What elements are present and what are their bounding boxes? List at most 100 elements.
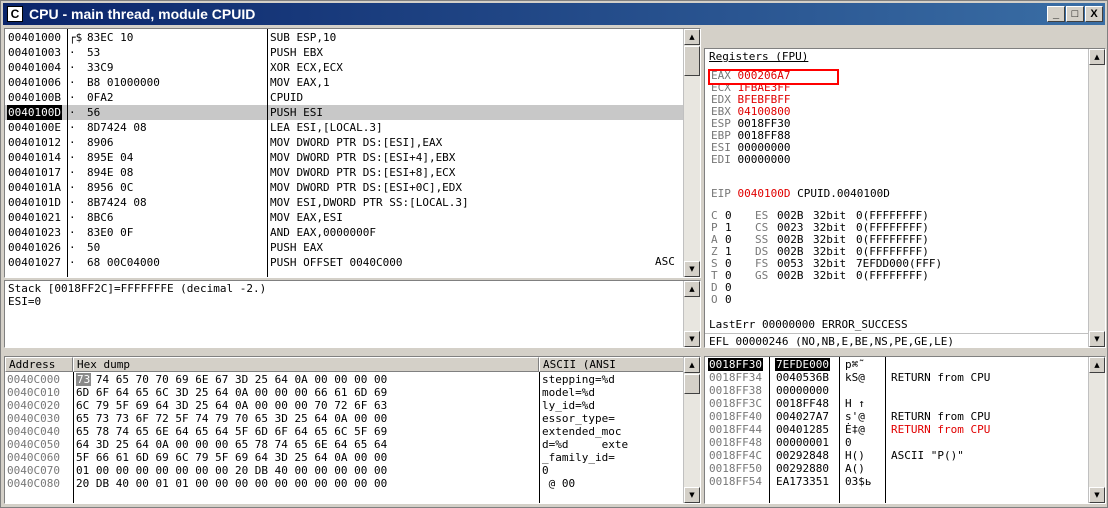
dump-pane[interactable]: Address Hex dump ASCII (ANSI 0040C000 73 … [4, 356, 701, 504]
dump-row[interactable]: 0040C040 65 78 74 65 6E 64 65 64 5F 6D 6F… [5, 425, 685, 438]
column-header-address[interactable]: Address [5, 357, 73, 372]
stack-row[interactable]: 0018FF40 004027A7 s'@ RETURN from CPU [705, 410, 1089, 423]
info-scrollbar[interactable]: ▲ ▼ [683, 281, 700, 347]
disasm-row[interactable]: 0040101D · 8B7424 08 MOV ESI,DWORD PTR SS:[… [5, 195, 684, 210]
disassembly-pane[interactable]: 00401000 ┌$ 83EC 10 SUB ESP,10 00401003 · 53 PU… [4, 28, 701, 278]
disasm-row[interactable]: 00401021 · 8BC6 MOV EAX,ESI [5, 210, 684, 225]
instruction-cell: PUSH EAX [270, 241, 323, 254]
stack-scrollbar[interactable]: ▲ ▼ [1088, 357, 1105, 503]
scroll-up-button[interactable]: ▲ [684, 357, 700, 373]
address-cell: 0040C000 [7, 373, 60, 386]
dump-scrollbar[interactable]: ▲ ▼ [683, 357, 700, 503]
disasm-row[interactable]: 00401014 · 895E 04 MOV DWORD PTR DS:[ESI+4]… [5, 150, 684, 165]
disasm-row[interactable]: 00401006 · B8 01000000 MOV EAX,1 [5, 75, 684, 90]
jump-marker: · [69, 136, 76, 149]
ascii-cell: p⌘˜ [845, 358, 865, 371]
stack-row[interactable]: 0018FF44 00401285 Ė‡@ RETURN from CPU [705, 423, 1089, 436]
title-bar[interactable]: C CPU - main thread, module CPUID _ □ X [3, 3, 1105, 25]
scroll-up-button[interactable]: ▲ [1089, 357, 1105, 373]
ascii-cell: 03$ь [845, 475, 872, 488]
scroll-down-button[interactable]: ▼ [684, 331, 700, 347]
stack-row[interactable]: 0018FF54 EA173351 03$ь [705, 475, 1089, 488]
dump-row[interactable]: 0040C070 01 00 00 00 00 00 00 00 20 DB 40… [5, 464, 685, 477]
dump-row[interactable]: 0040C080 20 DB 40 00 01 01 00 00 00 00 00… [5, 477, 685, 490]
registers-header[interactable]: Registers (FPU) [709, 50, 808, 63]
address-cell: 0040C020 [7, 399, 60, 412]
scroll-up-button[interactable]: ▲ [684, 281, 700, 297]
scroll-up-button[interactable]: ▲ [684, 29, 700, 45]
dump-row[interactable]: 0040C000 73 74 65 70 70 69 6E 67 3D 25 64… [5, 373, 685, 386]
ascii-cell: 0 [845, 436, 852, 449]
register-value[interactable]: 00000000 [738, 153, 791, 166]
dump-row[interactable]: 0040C050 64 3D 25 64 0A 00 00 00 65 78 74… [5, 438, 685, 451]
hex-cell: 20 DB 40 00 01 01 00 00 00 00 00 00 00 0… [76, 477, 388, 490]
disassembly-scrollbar[interactable]: ▲ ▼ [683, 29, 700, 277]
scroll-down-button[interactable]: ▼ [1089, 487, 1105, 503]
column-header-hex[interactable]: Hex dump [73, 357, 539, 372]
disasm-row[interactable]: 00401027 · 68 00C04000 PUSH OFFSET 0040C000 [5, 255, 684, 270]
register-name: EIP [711, 187, 731, 200]
hex-cell: 56 [87, 106, 101, 119]
stack-row[interactable]: 0018FF48 00000001 0 [705, 436, 1089, 449]
jump-marker: · [69, 226, 76, 239]
column-divider [73, 372, 74, 503]
value-cell: EA173351 [776, 475, 829, 488]
stack-row[interactable]: 0018FF50 00292880 A() [705, 462, 1089, 475]
selected-byte[interactable]: 73 [76, 373, 92, 386]
disasm-row[interactable]: 0040100D · 56 PUSH ESI [5, 105, 684, 120]
disasm-row[interactable]: 0040100E · 8D7424 08 LEA ESI,[LOCAL.3] [5, 120, 684, 135]
segment-name: GS [755, 269, 769, 282]
scroll-thumb[interactable] [684, 46, 700, 76]
scroll-down-button[interactable]: ▼ [1089, 331, 1105, 347]
scroll-down-button[interactable]: ▼ [684, 261, 700, 277]
disasm-row[interactable]: 0040101A · 8956 0C MOV DWORD PTR DS:[ESI+0C… [5, 180, 684, 195]
address-cell: 00401027 [8, 256, 61, 269]
disasm-row[interactable]: 00401012 · 8906 MOV DWORD PTR DS:[ESI],EAX [5, 135, 684, 150]
stack-row[interactable]: 0018FF34 0040536B kS@ RETURN from CPU [705, 371, 1089, 384]
highlight-box [708, 69, 839, 85]
register-value[interactable]: 0040100D [738, 187, 791, 200]
scroll-thumb[interactable] [684, 374, 700, 394]
dump-row[interactable]: 0040C030 65 73 73 6F 72 5F 74 79 70 65 3D… [5, 412, 685, 425]
disasm-row[interactable]: 00401003 · 53 PUSH EBX [5, 45, 684, 60]
ascii-cell: Ė‡@ [845, 423, 865, 436]
segment-bits: 32bit [813, 269, 847, 282]
scroll-down-button[interactable]: ▼ [684, 487, 700, 503]
register-row[interactable]: EDI 00000000 [711, 153, 790, 166]
hex-cell: 895E 04 [87, 151, 134, 164]
flag-value[interactable]: 0 [725, 293, 732, 306]
column-divider [267, 29, 268, 277]
hex-cell: 0FA2 [87, 91, 114, 104]
address-cell: 00401006 [8, 76, 61, 89]
eip-row[interactable]: EIP 0040100D CPUID.0040100D [711, 187, 890, 200]
disasm-row[interactable]: 00401017 · 894E 08 MOV DWORD PTR DS:[ESI+8]… [5, 165, 684, 180]
stack-row[interactable]: 0018FF30 7EFDE000 p⌘˜ [705, 358, 1089, 371]
close-button[interactable]: X [1085, 6, 1103, 22]
address-cell: 00401000 [8, 31, 61, 44]
scroll-up-button[interactable]: ▲ [1089, 49, 1105, 65]
dump-row[interactable]: 0040C020 6C 79 5F 69 64 3D 25 64 0A 00 00… [5, 399, 685, 412]
address-cell: 0040C040 [7, 425, 60, 438]
jump-marker: · [69, 166, 76, 179]
disasm-row[interactable]: 00401023 · 83E0 0F AND EAX,0000000F [5, 225, 684, 240]
dump-row[interactable]: 0040C010 6D 6F 64 65 6C 3D 25 64 0A 00 00… [5, 386, 685, 399]
stack-row[interactable]: 0018FF3C 0018FF48 H ↑ [705, 397, 1089, 410]
stack-row[interactable]: 0018FF4C 00292848 H() ASCII "P()" [705, 449, 1089, 462]
disasm-row[interactable]: 00401026 · 50 PUSH EAX [5, 240, 684, 255]
dump-row[interactable]: 0040C060 5F 66 61 6D 69 6C 79 5F 69 64 3D… [5, 451, 685, 464]
hex-cell: 50 [87, 241, 101, 254]
maximize-button[interactable]: □ [1066, 6, 1084, 22]
jump-marker: · [69, 241, 76, 254]
registers-scrollbar[interactable]: ▲ ▼ [1088, 49, 1105, 347]
disasm-row[interactable]: 00401004 · 33C9 XOR ECX,ECX [5, 60, 684, 75]
disasm-row[interactable]: 0040100B · 0FA2 CPUID [5, 90, 684, 105]
address-cell: 0018FF40 [709, 410, 762, 423]
minimize-button[interactable]: _ [1047, 6, 1065, 22]
stack-row[interactable]: 0018FF38 00000000 [705, 384, 1089, 397]
column-header-ascii[interactable]: ASCII (ANSI [539, 357, 685, 372]
disasm-row[interactable]: 00401000 ┌$ 83EC 10 SUB ESP,10 [5, 30, 684, 45]
value-cell: 00000000 [776, 384, 829, 397]
column-divider [885, 357, 886, 503]
registers-pane[interactable]: Registers (FPU) EAX 000206A7 ECX 1FBAE3FF… [704, 48, 1106, 348]
stack-pane[interactable]: 0018FF30 7EFDE000 p⌘˜ 0018FF34 0040536B kS@ RE… [704, 356, 1106, 504]
